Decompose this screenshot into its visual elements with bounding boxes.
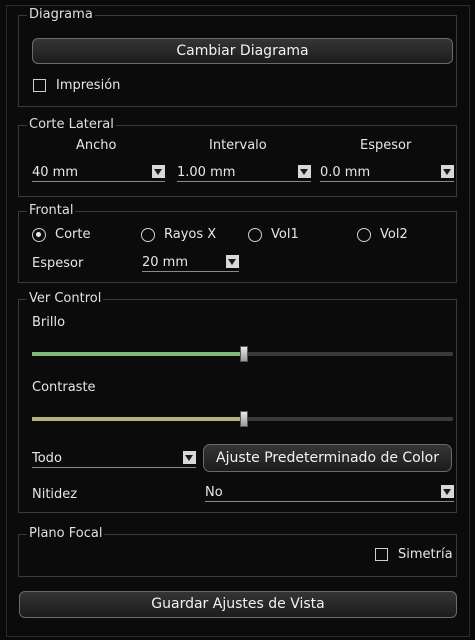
radio-vol1[interactable] (248, 228, 262, 242)
symmetry-checkbox[interactable] (375, 548, 388, 561)
contrast-thumb[interactable] (239, 411, 248, 427)
radio-corte-label: Corte (55, 227, 91, 242)
thickness-column-label: Espesor (360, 138, 412, 153)
view-control-legend: Ver Control (27, 291, 104, 307)
brightness-slider[interactable] (32, 346, 453, 362)
interval-column-label: Intervalo (209, 138, 267, 153)
frontal-group: Frontal (18, 203, 457, 283)
thickness-dropdown[interactable]: 0.0 mm (320, 164, 454, 182)
chevron-down-icon (152, 165, 165, 178)
thickness-value: 0.0 mm (320, 165, 371, 180)
focal-plane-group: Plano Focal (18, 526, 457, 577)
radio-vol2-label: Vol2 (380, 227, 408, 242)
default-color-button[interactable]: Ajuste Predeterminado de Color (203, 444, 452, 472)
chevron-down-icon (226, 255, 239, 268)
focal-plane-legend: Plano Focal (27, 526, 105, 542)
frontal-legend: Frontal (27, 203, 76, 219)
contrast-label: Contraste (32, 380, 96, 395)
contrast-fill (32, 417, 243, 421)
brightness-label: Brillo (32, 315, 66, 330)
radio-rayos-x[interactable] (141, 228, 155, 242)
radio-corte[interactable] (32, 228, 46, 242)
radio-vol2[interactable] (357, 228, 371, 242)
lateral-cut-legend: Corte Lateral (27, 117, 116, 133)
sharpness-dropdown[interactable]: No (205, 484, 454, 502)
view-control-group: Ver Control (18, 291, 457, 513)
frontal-thickness-dropdown[interactable]: 20 mm (142, 254, 239, 272)
brightness-thumb[interactable] (239, 346, 248, 362)
radio-rayos-x-label: Rayos X (164, 227, 217, 242)
chevron-down-icon (298, 165, 311, 178)
contrast-slider[interactable] (32, 411, 453, 427)
width-column-label: Ancho (76, 138, 117, 153)
width-dropdown[interactable]: 40 mm (32, 164, 165, 182)
change-diagram-button[interactable]: Cambiar Diagrama (32, 38, 453, 64)
interval-value: 1.00 mm (177, 165, 236, 180)
channel-dropdown[interactable]: Todo (32, 450, 196, 468)
interval-dropdown[interactable]: 1.00 mm (177, 164, 311, 182)
channel-value: Todo (32, 451, 62, 466)
symmetry-label: Simetría (398, 547, 453, 562)
frontal-thickness-value: 20 mm (142, 255, 189, 270)
chevron-down-icon (441, 165, 454, 178)
diagram-legend: Diagrama (27, 7, 95, 23)
brightness-fill (32, 352, 243, 356)
print-checkbox[interactable] (33, 79, 46, 92)
chevron-down-icon (183, 451, 196, 464)
lateral-cut-group: Corte Lateral (18, 117, 457, 197)
sharpness-value: No (205, 485, 223, 500)
radio-vol1-label: Vol1 (271, 227, 299, 242)
print-label: Impresión (56, 78, 121, 93)
chevron-down-icon (441, 485, 454, 498)
width-value: 40 mm (32, 165, 79, 180)
frontal-thickness-label: Espesor (32, 256, 84, 271)
save-view-settings-button[interactable]: Guardar Ajustes de Vista (19, 591, 457, 618)
sharpness-label: Nitidez (32, 487, 78, 502)
